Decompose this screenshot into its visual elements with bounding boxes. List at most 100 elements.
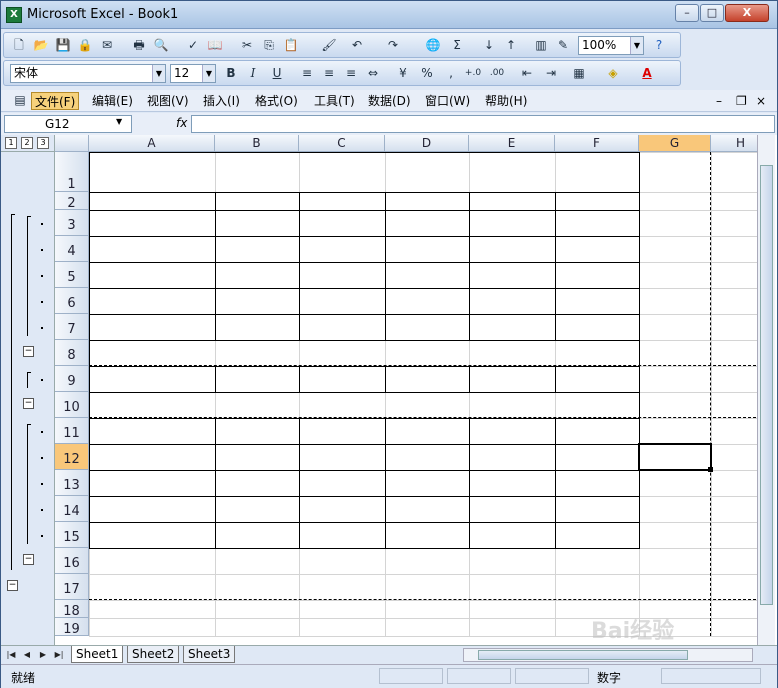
collapse-group-icon[interactable]: −: [23, 398, 34, 409]
table-cell[interactable]: [469, 288, 555, 314]
table-cell[interactable]: [299, 496, 385, 522]
borders-icon[interactable]: ▦: [570, 65, 588, 82]
table-cell[interactable]: [89, 496, 215, 522]
row-header-13[interactable]: 13: [55, 470, 89, 496]
row-header-18[interactable]: 18: [55, 600, 89, 619]
table-cell[interactable]: [299, 314, 385, 340]
menu-edit[interactable]: 编辑(E): [89, 92, 136, 110]
row-header-15[interactable]: 15: [55, 522, 89, 548]
table-cell[interactable]: [215, 210, 299, 236]
table-cell[interactable]: [215, 496, 299, 522]
menu-data[interactable]: 数据(D): [365, 92, 414, 110]
column-header-e[interactable]: E: [469, 135, 555, 152]
horizontal-scrollbar[interactable]: [463, 648, 753, 662]
table-cell[interactable]: [555, 444, 639, 470]
open-icon[interactable]: 📂: [32, 37, 50, 54]
subtotal-value[interactable]: [469, 340, 555, 366]
table-cell[interactable]: [555, 522, 639, 548]
table-cell[interactable]: [385, 470, 469, 496]
table-cell[interactable]: [469, 366, 555, 392]
table-cell[interactable]: [469, 470, 555, 496]
subtotal-label[interactable]: [215, 340, 385, 366]
chart-wizard-icon[interactable]: ▥: [532, 37, 550, 54]
decrease-decimal-icon[interactable]: .00: [488, 65, 506, 82]
menu-tools[interactable]: 工具(T): [311, 92, 358, 110]
table-cell[interactable]: [555, 366, 639, 392]
hyperlink-icon[interactable]: 🌐: [424, 37, 442, 54]
excel-app-icon[interactable]: X: [6, 7, 22, 23]
table-cell[interactable]: [469, 314, 555, 340]
name-box[interactable]: G12: [4, 115, 132, 133]
row-header-2[interactable]: 2: [55, 192, 89, 211]
table-cell[interactable]: [385, 314, 469, 340]
fill-handle[interactable]: [708, 467, 713, 472]
align-left-icon[interactable]: ≡: [298, 65, 316, 82]
table-cell[interactable]: [299, 236, 385, 262]
column-header-g[interactable]: G: [639, 135, 711, 152]
collapse-group-icon[interactable]: −: [23, 346, 34, 357]
menu-help[interactable]: 帮助(H): [482, 92, 530, 110]
table-cell[interactable]: [385, 522, 469, 548]
table-cell[interactable]: [215, 314, 299, 340]
table-cell[interactable]: [299, 366, 385, 392]
tab-sheet3[interactable]: Sheet3: [183, 646, 236, 663]
table-cell[interactable]: [385, 288, 469, 314]
first-sheet-icon[interactable]: |◀: [5, 648, 17, 661]
table-cell[interactable]: [89, 444, 215, 470]
formula-input[interactable]: [191, 115, 775, 133]
sort-descending-icon[interactable]: ↑: [502, 37, 520, 54]
outline-level-2-button[interactable]: 2: [21, 137, 33, 149]
zoom-select[interactable]: 100% ▼: [578, 36, 644, 55]
column-header-d[interactable]: D: [385, 135, 469, 152]
table-cell[interactable]: [555, 314, 639, 340]
table-cell[interactable]: [89, 288, 215, 314]
help-icon[interactable]: ?: [650, 37, 668, 54]
row-header-6[interactable]: 6: [55, 288, 89, 314]
undo-icon[interactable]: ↶: [348, 37, 366, 54]
row-header-3[interactable]: 3: [55, 210, 89, 236]
table-cell[interactable]: [299, 262, 385, 288]
font-color-button[interactable]: A: [638, 65, 656, 82]
horizontal-scroll-thumb[interactable]: [478, 650, 688, 660]
chevron-down-icon[interactable]: ▼: [116, 117, 122, 126]
column-header-a[interactable]: A: [89, 135, 215, 152]
column-header-c[interactable]: C: [299, 135, 385, 152]
table-cell[interactable]: [89, 314, 215, 340]
table-cell[interactable]: [215, 418, 299, 444]
new-icon[interactable]: 🗋: [10, 37, 28, 54]
table-cell[interactable]: [89, 366, 215, 392]
font-name-select[interactable]: 宋体 ▼: [10, 64, 166, 83]
drawing-icon[interactable]: ✎: [554, 37, 572, 54]
row-header-17[interactable]: 17: [55, 574, 89, 600]
permission-icon[interactable]: 🔒: [76, 37, 94, 54]
row-header-11[interactable]: 11: [55, 418, 89, 444]
row-header-19[interactable]: 19: [55, 618, 89, 637]
table-cell[interactable]: [215, 470, 299, 496]
table-cell[interactable]: [215, 366, 299, 392]
outline-level-3-button[interactable]: 3: [37, 137, 49, 149]
align-right-icon[interactable]: ≡: [342, 65, 360, 82]
increase-decimal-icon[interactable]: +.0: [464, 65, 482, 82]
table-cell[interactable]: [215, 236, 299, 262]
table-cell[interactable]: [385, 418, 469, 444]
research-icon[interactable]: 📖: [206, 37, 224, 54]
copy-icon[interactable]: ⎘: [260, 37, 278, 54]
decrease-indent-icon[interactable]: ⇤: [518, 65, 536, 82]
table-cell[interactable]: [215, 444, 299, 470]
table-cell[interactable]: [385, 496, 469, 522]
table-cell[interactable]: [469, 522, 555, 548]
table-cell[interactable]: [555, 418, 639, 444]
currency-icon[interactable]: ¥: [394, 65, 412, 82]
bold-button[interactable]: B: [222, 65, 240, 82]
subtotal-value[interactable]: [469, 548, 555, 574]
close-button[interactable]: X: [725, 4, 769, 22]
fill-color-icon[interactable]: ◈: [604, 65, 622, 82]
table-cell[interactable]: [89, 522, 215, 548]
merge-center-icon[interactable]: ⇔: [364, 65, 382, 82]
print-icon[interactable]: 🖶: [130, 37, 148, 54]
paste-icon[interactable]: 📋: [282, 37, 300, 54]
table-cell[interactable]: [89, 236, 215, 262]
active-cell[interactable]: [638, 443, 712, 471]
subtotal-label[interactable]: [215, 548, 385, 574]
table-cell[interactable]: [555, 288, 639, 314]
